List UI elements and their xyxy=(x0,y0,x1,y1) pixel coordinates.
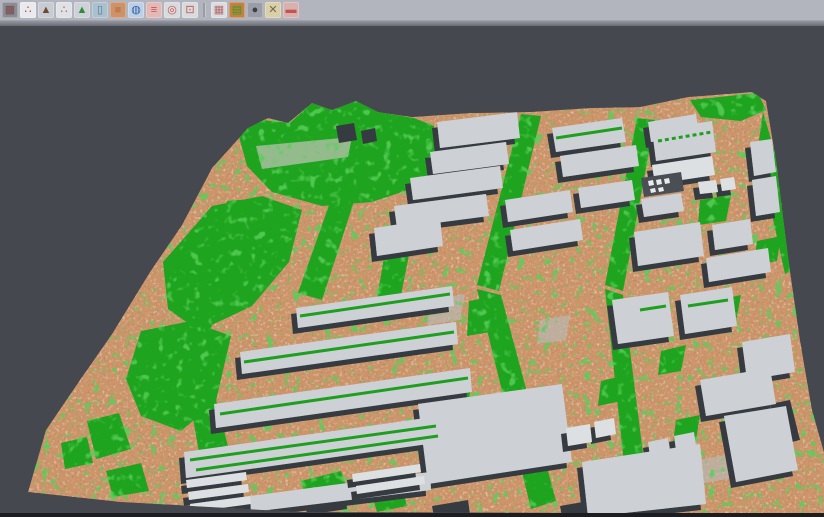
sparse-cloud-icon-glyph: ∴ xyxy=(61,2,68,18)
checker-icon-glyph: ▦ xyxy=(214,2,224,18)
sparse-cloud-icon[interactable]: ∴ xyxy=(56,2,72,18)
tie-points-icon-glyph: ∴ xyxy=(25,2,32,18)
markers-icon[interactable]: ✕ xyxy=(265,2,281,18)
mosaic-icon[interactable]: ▩ xyxy=(2,2,18,18)
terrain-icon-glyph: ▲ xyxy=(77,2,88,18)
layers-icon-glyph: ≡ xyxy=(151,2,157,18)
globe-icon-glyph: ◍ xyxy=(131,2,141,18)
flag-icon[interactable]: ▬ xyxy=(283,2,299,18)
toolbar: ▩ ∴ ▲ ∴ ▲ ▯ ■ ◍ ≡ ◎ ⊡ ▦ ▤ ● ✕ ▬ xyxy=(0,0,824,21)
select-region-icon-glyph: ⊡ xyxy=(185,2,194,18)
scene-canvas[interactable] xyxy=(0,26,824,517)
flag-icon-glyph: ▬ xyxy=(286,2,297,18)
tie-points-icon[interactable]: ∴ xyxy=(20,2,36,18)
mosaic-icon-glyph: ▩ xyxy=(5,2,15,18)
gear-icon[interactable]: ◎ xyxy=(164,2,180,18)
checker-icon[interactable]: ▦ xyxy=(211,2,227,18)
dem-icon-glyph: ▲ xyxy=(41,2,52,18)
3d-viewport[interactable] xyxy=(0,26,824,517)
gear-icon-glyph: ◎ xyxy=(167,2,177,18)
orthophoto-icon[interactable]: ■ xyxy=(110,2,126,18)
ruler-icon-glyph: ▯ xyxy=(97,2,103,18)
layers-icon[interactable]: ≡ xyxy=(146,2,162,18)
toolbar-separator xyxy=(203,3,206,17)
camera-icon-glyph: ● xyxy=(252,2,259,18)
select-region-icon[interactable]: ⊡ xyxy=(182,2,198,18)
bottom-border xyxy=(0,513,824,517)
markers-icon-glyph: ✕ xyxy=(268,2,277,18)
classification-icon[interactable]: ▤ xyxy=(229,2,245,18)
ruler-icon[interactable]: ▯ xyxy=(92,2,108,18)
orthophoto-icon-glyph: ■ xyxy=(115,2,122,18)
terrain-icon[interactable]: ▲ xyxy=(74,2,90,18)
classification-icon-glyph: ▤ xyxy=(232,2,242,18)
camera-icon[interactable]: ● xyxy=(247,2,263,18)
dem-icon[interactable]: ▲ xyxy=(38,2,54,18)
globe-icon[interactable]: ◍ xyxy=(128,2,144,18)
